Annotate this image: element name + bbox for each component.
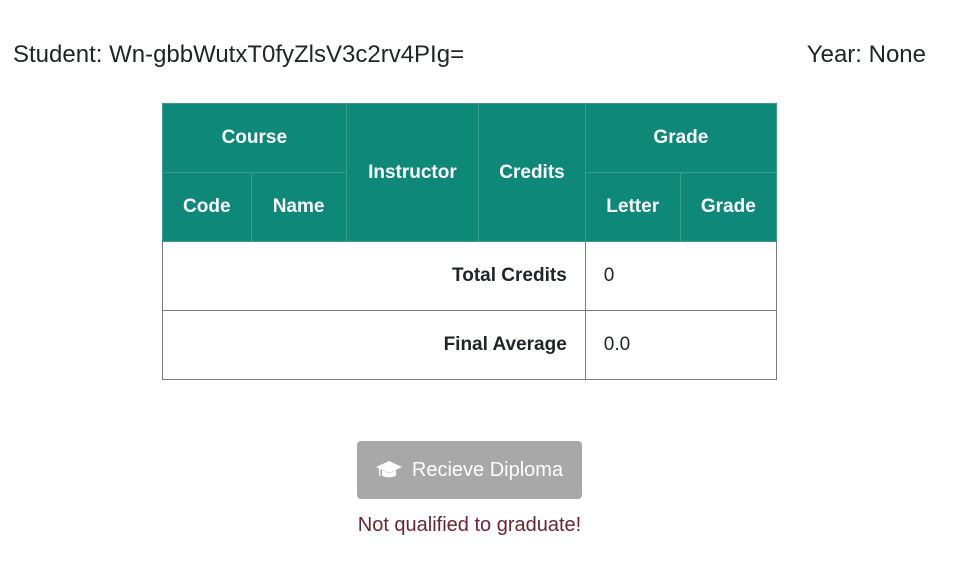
transcript-table: Course Instructor Credits Grade Code Nam… (162, 103, 778, 380)
receive-diploma-button[interactable]: Recieve Diploma (357, 441, 582, 499)
final-average-label: Final Average (162, 310, 586, 380)
header-grade-group: Grade (584, 103, 778, 173)
header-course: Course (162, 103, 347, 173)
header-code: Code (162, 172, 252, 242)
table-header-row-top: Course Instructor Credits Grade (162, 103, 778, 242)
total-credits-label: Total Credits (162, 241, 586, 311)
student-id: Student: Wn-gbbWutxT0fyZlsV3c2rv4PIg= (13, 41, 465, 68)
transcript-page: Student: Wn-gbbWutxT0fyZlsV3c2rv4PIg= Ye… (0, 0, 953, 586)
graduation-status-message: Not qualified to graduate! (357, 514, 582, 536)
total-credits-value: 0 (584, 241, 778, 311)
year-label: Year: None (806, 41, 926, 68)
header-letter: Letter (584, 172, 681, 242)
header-instructor: Instructor (345, 103, 480, 242)
graduation-cap-icon (375, 460, 402, 480)
final-average-row: Final Average 0.0 (162, 310, 778, 380)
total-credits-row: Total Credits 0 (162, 241, 778, 311)
receive-diploma-label: Recieve Diploma (411, 458, 564, 481)
header-name: Name (250, 172, 347, 242)
header-grade: Grade (679, 172, 778, 242)
final-average-value: 0.0 (584, 310, 778, 380)
student-header: Student: Wn-gbbWutxT0fyZlsV3c2rv4PIg= Ye… (13, 38, 926, 72)
header-credits: Credits (478, 103, 586, 242)
